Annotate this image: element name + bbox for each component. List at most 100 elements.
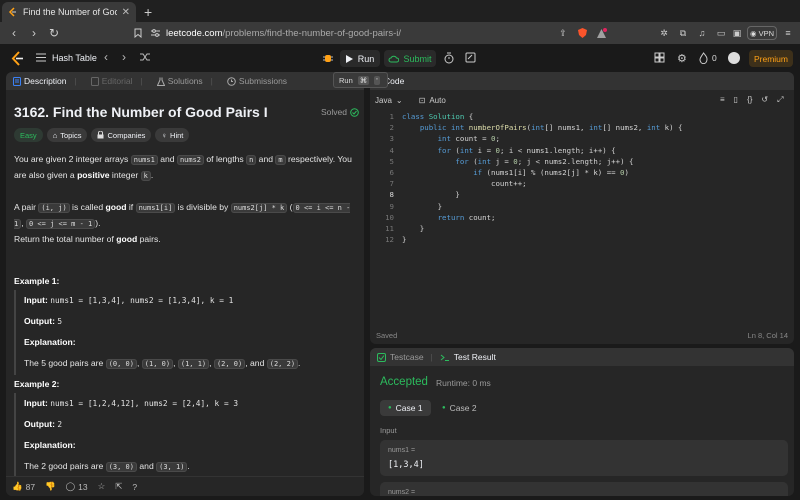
settings-gear-icon[interactable]: ⚙ (677, 52, 687, 65)
inline-code: n (246, 155, 257, 165)
forward-icon[interactable]: › (24, 26, 44, 40)
example-output: 2 (57, 420, 63, 429)
tab-test-result[interactable]: Test Result (433, 352, 503, 362)
wallet-icon[interactable]: ▣ (730, 26, 744, 40)
terminal-icon (440, 353, 450, 362)
menu-icon[interactable]: ≡ (781, 26, 795, 40)
submit-button[interactable]: Submit (384, 50, 436, 67)
brave-shields-icon[interactable] (575, 26, 589, 40)
braces-icon[interactable]: {} (747, 95, 752, 105)
example-output: 5 (57, 317, 63, 326)
tab-solutions-label: Solutions (167, 76, 203, 86)
brave-rewards-icon[interactable] (594, 26, 608, 40)
reset-icon[interactable]: ↺ (761, 95, 768, 105)
description-footer: 👍 87 👎 ◯ 13 ☆ ⇱ ? (6, 476, 364, 496)
music-icon[interactable]: ♫ (695, 26, 709, 40)
like-button[interactable]: 👍 87 (12, 481, 35, 492)
description-paragraph-2: A pair (i, j) is called good if nums1[i]… (14, 200, 354, 232)
avatar[interactable] (728, 52, 740, 64)
close-tab-icon[interactable]: ✕ (122, 7, 130, 18)
sidebar-icon[interactable]: ▭ (714, 26, 728, 40)
expand-icon[interactable]: ⤢ (777, 95, 783, 105)
site-settings-icon[interactable] (150, 28, 161, 38)
extension-icon[interactable]: ✲ (657, 26, 671, 40)
leetcode-logo-icon[interactable] (11, 51, 24, 66)
case-1-tab[interactable]: ● Case 1 (380, 400, 431, 416)
format-icon[interactable]: ≡ (720, 95, 725, 105)
text: and (157, 154, 177, 164)
text: A pair (14, 202, 39, 212)
tab-solutions[interactable]: Solutions | (150, 72, 220, 90)
notes-icon[interactable] (465, 52, 476, 63)
case-2-tab[interactable]: ● Case 2 (434, 400, 485, 416)
streak-fire-icon[interactable] (699, 52, 708, 64)
address-bar[interactable]: leetcode.com/problems/find-the-number-of… (150, 24, 612, 42)
shuffle-icon[interactable] (140, 52, 151, 62)
submit-label: Submit (403, 53, 432, 64)
code-line: } (402, 201, 443, 211)
thumbs-down-icon[interactable]: 👎 (45, 481, 56, 492)
tab-description[interactable]: Description | (6, 72, 84, 90)
tab-editorial[interactable]: Editorial | (84, 72, 150, 90)
code-line: return count; (437, 212, 496, 222)
tooltip-label: Run (339, 75, 353, 85)
example-2-block: Input: nums1 = [1,2,4,12], nums2 = [2,4]… (14, 393, 354, 476)
test-panel: Testcase | Test Result Accepted Runtime:… (370, 348, 794, 496)
inline-code: nums1[i] (135, 203, 176, 213)
hint-tag[interactable]: ♀ Hint (155, 128, 190, 142)
companies-tag[interactable]: Companies (91, 128, 152, 142)
inline-code: (3, 0) (105, 462, 137, 472)
puzzle-icon[interactable]: ⧉ (676, 26, 690, 40)
mode-value: Auto (429, 95, 446, 105)
language-select[interactable]: Java ⌄ (375, 96, 403, 105)
problem-title[interactable]: 3162. Find the Number of Good Pairs I (14, 104, 268, 120)
check-circle-icon (350, 107, 359, 117)
reload-icon[interactable]: ↻ (44, 26, 64, 40)
input-label: Input: (24, 398, 48, 408)
problem-list-icon[interactable] (36, 53, 46, 62)
tab-testcase[interactable]: Testcase (370, 352, 431, 362)
output-label: Output: (24, 316, 56, 326)
example-1-explanation: The 5 good pairs are (0, 0), (1, 0), (1,… (24, 353, 354, 375)
comments-button[interactable]: ◯ 13 (66, 481, 88, 492)
prev-problem-icon[interactable]: ‹ (104, 50, 108, 64)
layout-icon[interactable] (654, 52, 665, 63)
star-icon[interactable]: ☆ (98, 481, 106, 492)
var-value: [1,3,4] (388, 460, 424, 470)
description-paragraph-3: Return the total number of good pairs. (14, 232, 354, 247)
new-tab-icon[interactable]: + (144, 4, 152, 20)
hint-label: Hint (170, 130, 184, 140)
code-line: class Solution { (402, 112, 474, 121)
tab-submissions[interactable]: Submissions (220, 72, 294, 90)
line-number: 6 (389, 168, 394, 177)
problem-list-title[interactable]: Hash Table (52, 53, 97, 63)
text: . (187, 461, 190, 471)
auto-mode-toggle[interactable]: ⊡ Auto (419, 96, 446, 105)
inline-code: nums1 (130, 155, 158, 165)
share-link-icon[interactable]: ⇱ (115, 481, 122, 492)
line-number: 7 (389, 179, 394, 189)
bookmark-icon[interactable]: ▯ (734, 95, 738, 105)
editorial-icon (90, 76, 99, 86)
streak-count: 0 (712, 53, 717, 63)
help-icon[interactable]: ? (132, 482, 137, 492)
share-icon[interactable]: ⇪ (556, 26, 570, 40)
next-problem-icon[interactable]: › (122, 50, 126, 64)
inline-code: (1, 0) (141, 359, 174, 369)
premium-button[interactable]: Premium (749, 50, 793, 67)
code-line: } (402, 235, 407, 245)
description-panel: Description | Editorial | Solutions | Su… (6, 72, 364, 496)
topics-tag[interactable]: ⌂ Topics (46, 128, 88, 142)
back-icon[interactable]: ‹ (4, 26, 24, 40)
description-icon (13, 76, 21, 86)
vpn-button[interactable]: ◉ VPN (747, 26, 777, 40)
run-button[interactable]: Run (340, 50, 380, 67)
example-input: nums1 = [1,3,4], nums2 = [1,3,4], k = 1 (50, 296, 234, 305)
bookmark-icon[interactable] (128, 28, 148, 38)
code-editor[interactable]: 1 class Solution {2 public int numberOfPa… (370, 112, 794, 332)
timer-icon[interactable] (443, 52, 455, 64)
input-section-label: Input (380, 426, 397, 435)
browser-tab[interactable]: Find the Number of Good Pairs ✕ (2, 2, 136, 22)
description-paragraph-1: You are given 2 integer arrays nums1 and… (14, 152, 354, 184)
debug-icon[interactable] (322, 52, 334, 64)
